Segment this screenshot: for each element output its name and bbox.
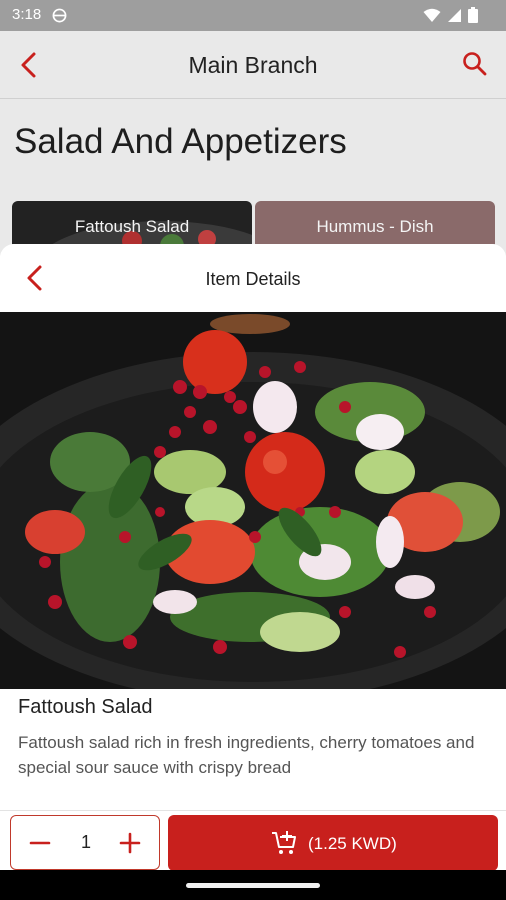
item-details-sheet: Item Details Fattoush Salad Fattoush sal… [0,244,506,870]
status-time: 3:18 [12,6,42,23]
add-to-cart-icon [272,831,296,854]
add-to-cart-button[interactable]: (1.25 KWD) [168,815,498,870]
card-label: Fattoush Salad [74,217,190,236]
home-handle[interactable] [186,883,320,888]
item-name: Fattoush Salad [18,696,153,718]
signal-icon [448,8,461,22]
battery-icon [468,7,478,23]
card-label: Hummus - Dish [316,217,434,236]
add-to-cart-label: (1.25 KWD) [308,834,397,853]
sheet-header: Item Details [0,244,506,312]
sheet-footer: 1 (1.25 KWD) [0,810,506,870]
search-icon[interactable] [462,51,488,77]
quantity-stepper: 1 [10,815,160,870]
plus-icon[interactable] [117,830,143,856]
item-image [0,312,506,689]
background-page: Main Branch Salad And Appetizers Fattous… [0,31,506,271]
item-description: Fattoush salad rich in fresh ingredients… [18,733,475,777]
page-title: Main Branch [188,52,318,78]
system-nav-bar [0,870,506,900]
status-icons [423,7,478,23]
category-title: Salad And Appetizers [14,122,347,161]
wifi-icon [423,8,441,22]
sheet-title: Item Details [205,269,301,289]
app-bar: Main Branch [0,31,506,99]
vpn-icon [52,8,67,23]
status-bar: 3:18 [0,0,506,31]
